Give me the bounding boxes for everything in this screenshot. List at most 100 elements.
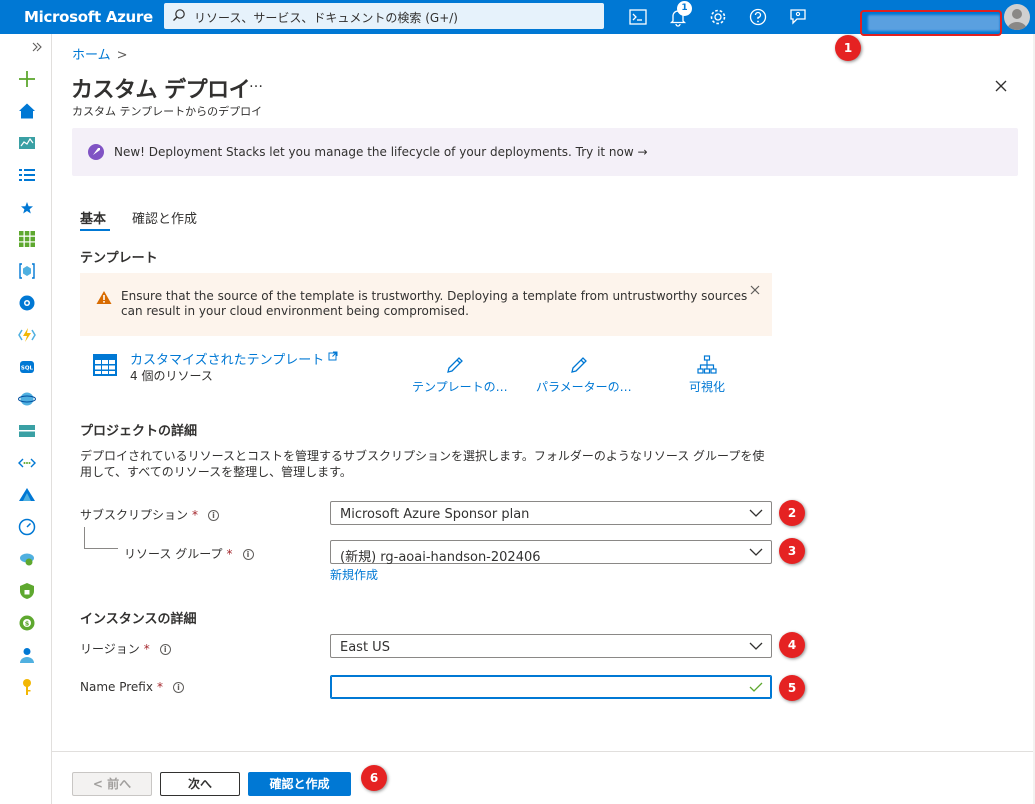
brand-label[interactable]: Microsoft Azure <box>24 8 153 26</box>
banner-text: New! Deployment Stacks let you manage th… <box>114 145 648 159</box>
expand-menu-icon[interactable] <box>30 40 44 54</box>
visualize-button[interactable]: 可視化 <box>680 355 734 395</box>
app-services-icon[interactable] <box>18 294 36 312</box>
function-app-icon[interactable] <box>18 326 36 344</box>
name-prefix-label: Name Prefix * i <box>80 680 184 694</box>
project-description: デプロイされているリソースとコストを管理するサブスクリプションを選択します。フォ… <box>80 449 765 479</box>
svg-text:SQL: SQL <box>21 366 34 372</box>
resource-group-label-text: リソース グループ <box>124 547 223 561</box>
dismiss-warning-icon[interactable] <box>750 285 760 295</box>
cosmos-db-icon[interactable] <box>18 390 36 408</box>
chevron-down-icon <box>749 548 763 556</box>
review-create-button[interactable]: 確認と作成 <box>248 772 351 796</box>
edit-template-label: テンプレートの… <box>412 380 508 394</box>
help-icon[interactable] <box>748 7 768 27</box>
project-details-heading: プロジェクトの詳細 <box>80 424 198 439</box>
favorites-star-icon[interactable] <box>18 199 36 217</box>
required-asterisk: * <box>226 547 233 561</box>
monitor-icon[interactable] <box>18 518 36 536</box>
dashboard-icon[interactable] <box>18 134 36 152</box>
warning-text: Ensure that the source of the template i… <box>121 289 748 318</box>
annotation-marker-4: 4 <box>779 632 805 658</box>
annotation-marker-5: 5 <box>779 675 805 701</box>
feedback-icon[interactable] <box>788 7 808 27</box>
next-button[interactable]: 次へ <box>160 772 240 796</box>
name-prefix-input[interactable] <box>330 675 772 699</box>
edit-template-button[interactable]: テンプレートの… <box>412 355 508 395</box>
tab-basics[interactable]: 基本 <box>80 208 106 227</box>
info-icon[interactable]: i <box>242 549 254 560</box>
required-asterisk: * <box>156 680 163 694</box>
cloud-shell-icon[interactable] <box>628 7 648 27</box>
security-center-icon[interactable] <box>18 582 36 600</box>
all-services-icon[interactable] <box>18 166 36 184</box>
user-icon <box>1007 9 1027 30</box>
region-select[interactable]: East US <box>330 634 772 658</box>
sql-database-icon[interactable]: SQL <box>18 358 36 376</box>
required-asterisk: * <box>192 508 199 522</box>
gear-icon[interactable] <box>708 7 728 27</box>
checkmark-icon <box>749 682 763 692</box>
load-balancer-icon[interactable] <box>18 454 36 472</box>
region-value: East US <box>340 640 390 655</box>
all-resources-icon[interactable] <box>18 230 36 248</box>
resource-group-label: リソース グループ * i <box>124 545 254 562</box>
template-icon <box>93 354 117 376</box>
left-nav: SQL $ <box>0 34 52 804</box>
info-icon[interactable]: i <box>172 682 184 693</box>
subscription-label: サブスクリプション * i <box>80 506 220 523</box>
deployment-stacks-banner[interactable]: New! Deployment Stacks let you manage th… <box>72 128 1018 176</box>
tree-connector <box>84 548 118 549</box>
info-icon[interactable]: i <box>208 510 220 521</box>
hierarchy-icon <box>697 355 717 374</box>
chevron-down-icon <box>749 642 763 650</box>
breadcrumb-separator: > <box>116 48 128 63</box>
subscription-select[interactable]: Microsoft Azure Sponsor plan <box>330 501 772 525</box>
search-placeholder: リソース、サービス、ドキュメントの検索 (G+/) <box>194 11 458 25</box>
annotation-marker-6: 6 <box>361 765 387 791</box>
create-resource-icon[interactable] <box>18 70 36 88</box>
virtual-machines-icon[interactable] <box>18 422 36 440</box>
subscription-value: Microsoft Azure Sponsor plan <box>340 507 530 522</box>
name-prefix-label-text: Name Prefix <box>80 680 153 694</box>
key-icon[interactable] <box>18 678 36 696</box>
breadcrumb-home[interactable]: ホーム <box>72 48 111 63</box>
avatar[interactable] <box>1004 4 1030 30</box>
resource-group-value: (新規) rg-aoai-handson-202406 <box>340 550 541 565</box>
resource-count: 4 個のリソース <box>130 369 213 383</box>
instance-details-heading: インスタンスの詳細 <box>80 612 197 627</box>
annotation-marker-2: 2 <box>779 500 805 526</box>
advisor-icon[interactable] <box>18 550 36 568</box>
required-asterisk: * <box>143 642 150 656</box>
annotation-marker-3: 3 <box>779 538 805 564</box>
subscription-label-text: サブスクリプション <box>80 508 189 522</box>
entra-id-icon[interactable] <box>18 646 36 664</box>
page-title: カスタム デプロイ <box>71 78 251 103</box>
customized-template-label: カスタマイズされたテンプレート <box>130 353 325 368</box>
create-new-link[interactable]: 新規作成 <box>330 566 378 583</box>
annotation-marker-1: 1 <box>835 35 861 61</box>
pencil-icon <box>571 357 587 373</box>
resource-group-select[interactable]: (新規) rg-aoai-handson-202406 <box>330 540 772 565</box>
close-icon[interactable] <box>993 78 1009 94</box>
search-icon <box>173 9 185 21</box>
more-options-button[interactable]: … <box>249 75 263 91</box>
edit-parameters-button[interactable]: パラメーターの… <box>536 355 632 395</box>
active-tab-indicator <box>80 229 110 231</box>
info-icon[interactable]: i <box>159 644 171 655</box>
rocket-icon <box>88 144 104 160</box>
resource-groups-icon[interactable] <box>18 262 36 280</box>
visualize-label: 可視化 <box>688 380 725 394</box>
chevron-down-icon <box>749 509 763 517</box>
notification-badge: 1 <box>677 1 692 16</box>
home-icon[interactable] <box>18 102 36 120</box>
tab-review-create[interactable]: 確認と作成 <box>132 208 197 227</box>
footer-divider <box>52 751 1035 752</box>
cost-management-icon[interactable]: $ <box>18 614 36 632</box>
region-label: リージョン * i <box>80 640 171 657</box>
previous-button[interactable]: < 前へ <box>72 772 152 796</box>
storage-accounts-icon[interactable] <box>18 486 36 504</box>
global-search[interactable]: リソース、サービス、ドキュメントの検索 (G+/) <box>164 3 604 29</box>
customized-template-link[interactable]: カスタマイズされたテンプレート <box>130 349 338 368</box>
template-heading: テンプレート <box>80 251 158 266</box>
